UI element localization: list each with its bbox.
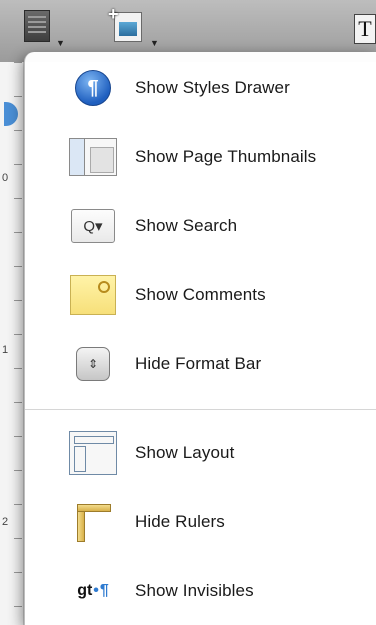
menu-separator	[25, 409, 376, 410]
view-doc-icon	[24, 10, 50, 42]
menu-item-show-page-thumbnails[interactable]: Show Page Thumbnails	[25, 129, 376, 185]
menu-item-show-search[interactable]: Q▾ Show Search	[25, 198, 376, 254]
rulers-icon	[69, 498, 117, 546]
ruler-number: 2	[2, 516, 9, 528]
ruler-horizontal-bar	[77, 504, 111, 512]
menu-item-label: Show Styles Drawer	[135, 78, 290, 97]
ruler-number: 1	[2, 344, 9, 356]
ruler-ticks	[14, 62, 22, 625]
menu-item-show-layout[interactable]: Show Layout	[25, 425, 376, 481]
comments-icon-shape	[70, 275, 116, 315]
chevron-down-icon: ▼	[56, 38, 65, 48]
text-box-icon: T	[354, 14, 376, 44]
insert-button[interactable]: + ▼	[106, 4, 162, 52]
ruler-number: 0	[2, 172, 9, 184]
text-box-button[interactable]: T	[348, 8, 376, 52]
invisibles-icon-text: gt	[77, 582, 93, 599]
menu-item-label: Show Page Thumbnails	[135, 147, 317, 166]
menu-item-label: Show Search	[135, 216, 238, 235]
view-menu-button[interactable]: ▼	[16, 8, 68, 52]
invisibles-icon: gt • ¶	[69, 567, 117, 615]
comments-icon	[69, 271, 117, 319]
format-bar-icon: ⇕	[69, 340, 117, 388]
layout-icon	[69, 429, 117, 477]
menu-item-label: Hide Rulers	[135, 512, 225, 531]
menu-item-label: Show Layout	[135, 443, 235, 462]
page-thumbnails-icon-shape	[69, 138, 117, 176]
chevron-down-icon: ▼	[150, 38, 159, 48]
vertical-ruler: 0 1 2	[0, 62, 24, 625]
layout-icon-shape	[69, 431, 117, 475]
menu-item-label: Hide Format Bar	[135, 354, 262, 373]
styles-drawer-icon-glyph: ¶	[75, 70, 111, 106]
page-thumbnails-icon	[69, 133, 117, 181]
menu-item-show-styles-drawer[interactable]: ¶ Show Styles Drawer	[25, 60, 376, 116]
menu-item-label: Show Comments	[135, 285, 266, 304]
styles-drawer-icon: ¶	[69, 64, 117, 112]
invisibles-icon-glyph: gt • ¶	[77, 582, 109, 600]
menu-item-hide-rulers[interactable]: Hide Rulers	[25, 494, 376, 550]
search-icon: Q▾	[69, 202, 117, 250]
menu-item-hide-format-bar[interactable]: ⇕ Hide Format Bar	[25, 336, 376, 392]
menu-item-label: Show Invisibles	[135, 581, 254, 600]
format-bar-icon-glyph: ⇕	[76, 347, 110, 381]
menu-item-show-comments[interactable]: Show Comments	[25, 267, 376, 323]
search-icon-glyph: Q▾	[71, 209, 115, 243]
plus-icon: +	[108, 4, 119, 24]
menu-item-show-invisibles[interactable]: gt • ¶ Show Invisibles	[25, 563, 376, 619]
invisibles-icon-dot: •	[93, 582, 99, 599]
invisibles-icon-pilcrow: ¶	[99, 582, 109, 599]
rulers-icon-shape	[71, 500, 115, 544]
view-dropdown-menu: ¶ Show Styles Drawer Show Page Thumbnail…	[24, 52, 376, 625]
